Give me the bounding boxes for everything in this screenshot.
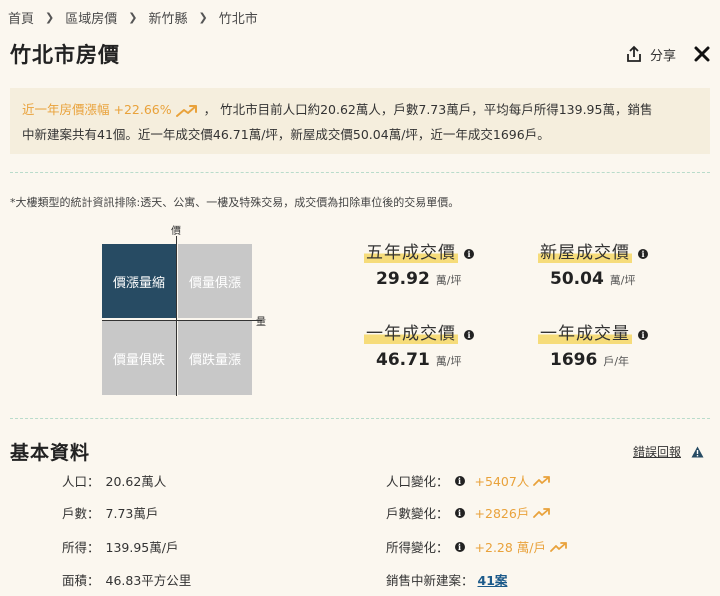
share-label: 分享: [649, 48, 676, 64]
close-icon[interactable]: [692, 44, 712, 64]
price-volume-quadrant: 價漲量縮 價量俱漲 價量俱跌 價跌量漲 價 量: [100, 226, 272, 398]
info-households: 戶數： 7.73萬戶: [62, 503, 158, 522]
info-value: 20.62萬人: [105, 474, 167, 489]
summary-text-line1: ， 竹北市目前人口約20.62萬人，戶數7.73萬戶，平均每戶所得139.95萬…: [203, 102, 653, 117]
error-report-link[interactable]: 錯誤回報: [633, 443, 704, 460]
breadcrumb-county[interactable]: 新竹縣: [148, 8, 187, 27]
breadcrumb-region-prices[interactable]: 區域房價: [65, 8, 117, 27]
title-row: 竹北市房價 分享: [10, 38, 712, 70]
new-projects-link[interactable]: 41案: [478, 570, 508, 589]
info-value: 7.73萬戶: [105, 506, 159, 521]
info-value: +5407人: [474, 474, 530, 489]
info-income-change: 所得變化： i +2.28 萬/戶: [386, 537, 568, 556]
stat-value: 29.92: [376, 269, 430, 289]
info-households-change: 戶數變化： i +2826戶: [386, 503, 551, 522]
info-population-change: 人口變化： i +5407人: [386, 471, 551, 490]
info-value: 46.83平方公里: [105, 573, 192, 588]
warning-icon: [691, 446, 704, 457]
stat-label: 一年成交量: [538, 319, 632, 344]
info-label: 銷售中新建案：: [386, 573, 474, 588]
stat-unit: 萬/坪: [435, 355, 462, 368]
quadrant-axis-x: [102, 320, 262, 321]
info-income: 所得： 139.95萬/戶: [62, 537, 178, 556]
info-icon[interactable]: i: [454, 475, 465, 486]
info-icon[interactable]: i: [454, 507, 465, 518]
stat-label: 新屋成交價: [538, 238, 632, 263]
breadcrumb: 首頁 ❯ 區域房價 ❯ 新竹縣 ❯ 竹北市: [8, 7, 258, 27]
breadcrumb-home[interactable]: 首頁: [8, 8, 34, 27]
summary-box: 近一年房價漲幅 +22.66% ， 竹北市目前人口約20.62萬人，戶數7.73萬…: [10, 88, 710, 154]
info-value: +2826戶: [474, 506, 530, 521]
info-label: 戶數變化：: [386, 506, 449, 521]
quadrant-price-down-volume-up[interactable]: 價跌量漲: [178, 321, 252, 395]
info-value: +2.28 萬/戶: [474, 540, 547, 555]
summary-text-line2: 中新建案共有41個。近一年成交價46.71萬/坪，新屋成交價50.04萬/坪，近…: [22, 127, 550, 142]
trend-up-icon: [175, 104, 197, 117]
info-icon[interactable]: i: [638, 248, 648, 259]
stat-five-year-price: 五年成交價 i 29.92 萬/坪: [364, 238, 504, 289]
stat-label: 一年成交價: [364, 319, 458, 344]
info-label: 人口變化：: [386, 474, 449, 489]
share-button[interactable]: 分享: [625, 45, 676, 64]
basic-info-title: 基本資料: [10, 442, 91, 464]
trend-up-icon: [550, 541, 567, 552]
divider: [10, 172, 710, 173]
stat-label: 五年成交價: [364, 238, 458, 263]
info-population: 人口： 20.62萬人: [62, 471, 166, 490]
quadrant-axis-y: [176, 236, 177, 396]
info-label: 面積：: [62, 573, 100, 588]
quadrant-price-up-volume-down[interactable]: 價漲量縮: [102, 244, 176, 318]
info-label: 所得：: [62, 540, 100, 555]
rise-label: 近一年房價漲幅 +22.66%: [22, 102, 172, 117]
info-area: 面積： 46.83平方公里: [62, 570, 191, 589]
title-actions: 分享: [625, 44, 712, 64]
stat-unit: 萬/坪: [435, 274, 462, 287]
breadcrumb-city[interactable]: 竹北市: [219, 8, 258, 27]
chevron-right-icon: ❯: [198, 10, 208, 24]
trend-up-icon: [533, 507, 551, 518]
axis-label-price: 價: [171, 226, 181, 237]
info-icon[interactable]: i: [454, 541, 465, 552]
info-icon[interactable]: i: [638, 329, 648, 340]
stat-one-year-price: 一年成交價 i 46.71 萬/坪: [364, 319, 504, 370]
quadrant-price-volume-up[interactable]: 價量俱漲: [178, 244, 252, 318]
chevron-right-icon: ❯: [45, 10, 55, 24]
error-report-label: 錯誤回報: [632, 445, 681, 459]
info-new-projects: 銷售中新建案： 41案: [386, 570, 507, 589]
info-icon[interactable]: i: [464, 329, 474, 340]
stat-new-house-price: 新屋成交價 i 50.04 萬/坪: [538, 238, 678, 289]
page-title: 竹北市房價: [10, 43, 120, 67]
axis-label-volume: 量: [256, 317, 266, 328]
share-icon: [627, 45, 641, 62]
info-value: 139.95萬/戶: [105, 540, 179, 555]
stat-unit: 戶/年: [603, 355, 630, 368]
stats-note: *大樓類型的統計資訊排除:透天、公寓、一樓及特殊交易，成交價為扣除車位後的交易單…: [10, 196, 460, 209]
stat-value: 46.71: [376, 350, 430, 370]
info-label: 人口：: [62, 474, 100, 489]
trend-up-icon: [533, 475, 551, 486]
info-label: 戶數：: [62, 506, 100, 521]
stat-unit: 萬/坪: [609, 274, 636, 287]
divider: [10, 418, 710, 419]
stat-value: 50.04: [550, 269, 604, 289]
quadrant-price-volume-down[interactable]: 價量俱跌: [102, 321, 176, 395]
info-label: 所得變化：: [386, 540, 449, 555]
stat-value: 1696: [550, 350, 598, 370]
stat-one-year-volume: 一年成交量 i 1696 戶/年: [538, 319, 678, 370]
chevron-right-icon: ❯: [128, 10, 138, 24]
info-icon[interactable]: i: [464, 248, 474, 259]
